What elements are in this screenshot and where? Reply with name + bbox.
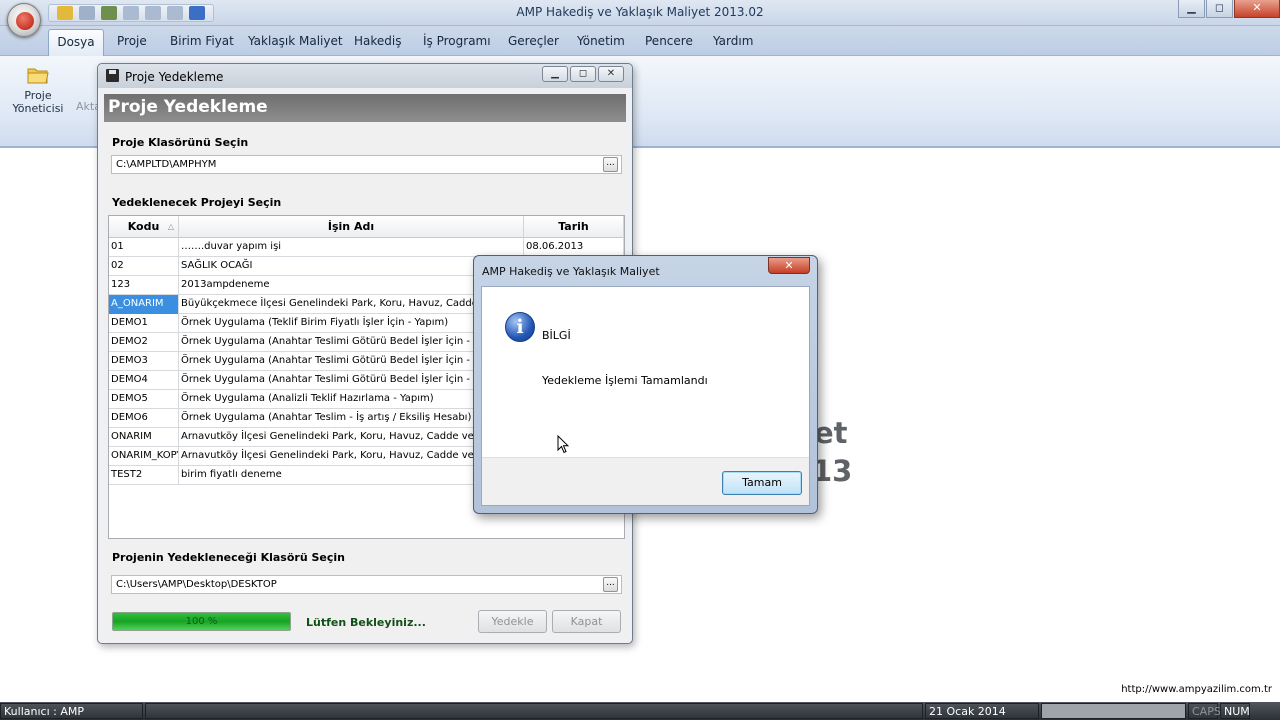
menu-bar: Dosya Proje Birim Fiyat Yaklaşık Maliyet… bbox=[0, 26, 1280, 56]
floppy-disk-icon bbox=[106, 69, 119, 82]
dialog-controls: ▁ ◻ ✕ bbox=[542, 66, 624, 82]
menu-hakedis[interactable]: Hakediş bbox=[354, 34, 401, 48]
dialog-title-bar: Proje Yedekleme ▁ ◻ ✕ bbox=[98, 64, 632, 88]
dialog-minimize-button[interactable]: ▁ bbox=[542, 66, 568, 82]
menu-birim-fiyat[interactable]: Birim Fiyat bbox=[170, 34, 234, 48]
window-controls: ▁ ◻ ✕ bbox=[1177, 0, 1280, 18]
message-box-footer: Tamam bbox=[482, 457, 809, 505]
title-bar: AMP Hakediş ve Yaklaşık Maliyet 2013.02 … bbox=[0, 0, 1280, 26]
cell-kodu: DEMO4 bbox=[109, 371, 179, 390]
target-path-value: C:\Users\AMP\Desktop\DESKTOP bbox=[116, 579, 277, 590]
column-tarih[interactable]: Tarih bbox=[524, 216, 624, 238]
dialog-title: Proje Yedekleme bbox=[125, 70, 224, 84]
proje-yoneticisi-label: Proje Yöneticisi bbox=[12, 89, 64, 115]
status-caps: CAPS bbox=[1188, 703, 1221, 719]
source-path-value: C:\AMPLTD\AMPHYM bbox=[116, 159, 217, 170]
tamam-button[interactable]: Tamam bbox=[722, 471, 802, 495]
menu-gerecler[interactable]: Gereçler bbox=[508, 34, 559, 48]
cell-kodu: ONARIM_KOPYA bbox=[109, 447, 179, 466]
open-folder-icon[interactable] bbox=[57, 6, 73, 20]
cell-isin-adi: …….duvar yapım işi bbox=[179, 238, 524, 257]
message-heading: BİLGİ bbox=[542, 329, 571, 342]
app-logo-icon bbox=[16, 12, 34, 30]
cell-kodu: DEMO1 bbox=[109, 314, 179, 333]
menu-yardim[interactable]: Yardım bbox=[713, 34, 753, 48]
windows-icon[interactable] bbox=[189, 6, 205, 20]
info-icon: i bbox=[505, 312, 535, 342]
app-menu-button[interactable] bbox=[7, 3, 41, 37]
grid-icon[interactable] bbox=[123, 6, 139, 20]
cell-kodu: 01 bbox=[109, 238, 179, 257]
progress-text: 100 % bbox=[185, 616, 218, 627]
cell-kodu: A_ONARIM bbox=[109, 295, 179, 314]
wait-status-text: Lütfen Bekleyiniz... bbox=[306, 616, 426, 629]
menu-proje[interactable]: Proje bbox=[117, 34, 147, 48]
message-box-content: i BİLGİ Yedekleme İşlemi Tamamlandı Tama… bbox=[481, 286, 810, 506]
table-icon[interactable] bbox=[145, 6, 161, 20]
cell-kodu: DEMO2 bbox=[109, 333, 179, 352]
book-icon[interactable] bbox=[101, 6, 117, 20]
dialog-header: Proje Yedekleme bbox=[104, 94, 626, 122]
maximize-button[interactable]: ◻ bbox=[1206, 0, 1233, 18]
background-logo-text: et 13 bbox=[812, 416, 853, 488]
cell-kodu: DEMO5 bbox=[109, 390, 179, 409]
dialog-maximize-button[interactable]: ◻ bbox=[570, 66, 596, 82]
cell-kodu: ONARIM bbox=[109, 428, 179, 447]
quick-access-toolbar bbox=[48, 4, 214, 22]
target-path-field[interactable]: C:\Users\AMP\Desktop\DESKTOP ... bbox=[111, 575, 622, 594]
info-message-box: AMP Hakediş ve Yaklaşık Maliyet ✕ i BİLG… bbox=[473, 255, 818, 514]
cell-kodu: 123 bbox=[109, 276, 179, 295]
status-date: 21 Ocak 2014 bbox=[925, 703, 1039, 719]
menu-pencere[interactable]: Pencere bbox=[645, 34, 693, 48]
status-progress bbox=[1041, 703, 1186, 719]
projects-label: Yedeklenecek Projeyi Seçin bbox=[112, 196, 282, 209]
source-browse-button[interactable]: ... bbox=[603, 157, 618, 172]
dialog-close-button[interactable]: ✕ bbox=[598, 66, 624, 82]
cell-kodu: TEST2 bbox=[109, 466, 179, 485]
menu-yaklasik-maliyet[interactable]: Yaklaşık Maliyet bbox=[248, 34, 343, 48]
target-browse-button[interactable]: ... bbox=[603, 577, 618, 592]
column-kodu[interactable]: Kodu △ bbox=[109, 216, 179, 238]
message-box-close-button[interactable]: ✕ bbox=[768, 257, 810, 274]
status-user: Kullanıcı : AMP bbox=[0, 703, 143, 719]
kapat-button[interactable]: Kapat bbox=[552, 610, 621, 633]
close-button[interactable]: ✕ bbox=[1234, 0, 1280, 18]
status-spacer bbox=[145, 703, 923, 719]
proje-yoneticisi-button[interactable]: Proje Yöneticisi bbox=[10, 64, 66, 115]
cell-kodu: DEMO3 bbox=[109, 352, 179, 371]
folder-icon bbox=[27, 66, 49, 84]
source-path-field[interactable]: C:\AMPLTD\AMPHYM ... bbox=[111, 155, 622, 174]
menu-yonetim[interactable]: Yönetim bbox=[577, 34, 625, 48]
cell-kodu: 02 bbox=[109, 257, 179, 276]
footer-url[interactable]: http://www.ampyazilim.com.tr bbox=[1121, 684, 1272, 695]
status-num: NUM bbox=[1220, 703, 1250, 719]
source-folder-label: Proje Klasörünü Seçin bbox=[112, 136, 249, 149]
menu-dosya[interactable]: Dosya bbox=[48, 29, 104, 56]
status-bar: Kullanıcı : AMP 21 Ocak 2014 CAPS NUM bbox=[0, 702, 1280, 720]
message-box-title: AMP Hakediş ve Yaklaşık Maliyet bbox=[482, 265, 660, 278]
backup-progress-bar: 100 % bbox=[112, 612, 291, 631]
yedekle-button[interactable]: Yedekle bbox=[478, 610, 547, 633]
list-icon[interactable] bbox=[167, 6, 183, 20]
minimize-button[interactable]: ▁ bbox=[1178, 0, 1205, 18]
column-isin-adi[interactable]: İşin Adı bbox=[179, 216, 524, 238]
cell-kodu: DEMO6 bbox=[109, 409, 179, 428]
sort-asc-icon: △ bbox=[167, 222, 174, 231]
message-text: Yedekleme İşlemi Tamamlandı bbox=[542, 374, 708, 387]
menu-is-programi[interactable]: İş Programı bbox=[423, 34, 491, 48]
mouse-cursor-icon bbox=[557, 435, 569, 454]
undo-icon[interactable] bbox=[79, 6, 95, 20]
table-header: Kodu △ İşin Adı Tarih bbox=[109, 216, 624, 238]
target-folder-label: Projenin Yedekleneceği Klasörü Seçin bbox=[112, 551, 345, 564]
